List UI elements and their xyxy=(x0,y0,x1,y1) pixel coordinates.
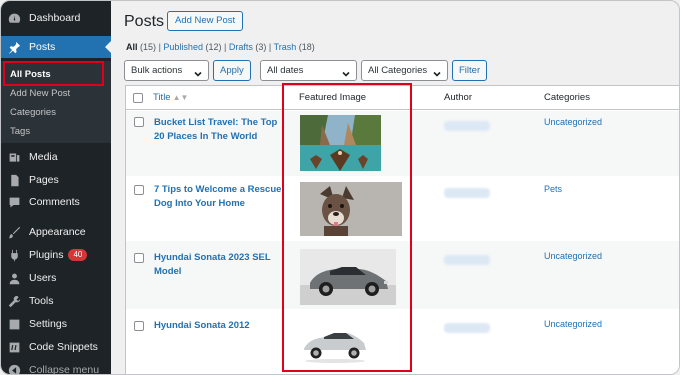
collapse-label: Collapse menu xyxy=(29,364,100,375)
post-status-filters: All (15) | Published (12) | Drafts (3) |… xyxy=(126,42,315,52)
users-icon xyxy=(7,271,21,285)
row-checkbox[interactable] xyxy=(134,321,144,331)
sidebar-item-code-snippets[interactable]: Code Snippets xyxy=(1,336,111,358)
sidebar-item-label: Settings xyxy=(29,318,67,330)
chevron-down-icon xyxy=(342,66,350,77)
sidebar-item-label: Media xyxy=(29,151,58,163)
featured-image-column-highlight xyxy=(282,83,412,372)
sidebar-item-label: Comments xyxy=(29,196,80,208)
filter-published-count: (12) xyxy=(205,42,222,52)
tools-icon xyxy=(7,294,21,308)
chevron-down-icon xyxy=(433,66,441,77)
appearance-icon xyxy=(7,225,21,239)
date-filter-value: All dates xyxy=(267,65,304,76)
sidebar-item-users[interactable]: Users xyxy=(1,267,111,289)
filter-button[interactable]: Filter xyxy=(452,60,488,81)
sidebar-item-label: Posts xyxy=(29,41,56,53)
page-title: Posts xyxy=(124,13,165,30)
sidebar-item-plugins[interactable]: Plugins 40 xyxy=(1,244,111,266)
collapse-menu-button[interactable]: Collapse menu xyxy=(1,359,111,375)
chevron-down-icon xyxy=(194,66,202,77)
pin-icon xyxy=(7,40,21,54)
author-name-blurred xyxy=(444,121,490,131)
filter-all[interactable]: All xyxy=(126,42,138,52)
bulk-actions-value: Bulk actions xyxy=(131,65,183,76)
wp-admin-window: Dashboard Posts All Posts Add New Post C… xyxy=(0,0,680,375)
comments-icon xyxy=(7,195,21,209)
filter-drafts-count: (3) xyxy=(255,42,267,52)
add-new-post-button[interactable]: Add New Post xyxy=(167,11,244,31)
column-author: Author xyxy=(444,92,472,103)
category-link[interactable]: Pets xyxy=(544,184,562,194)
plugins-icon xyxy=(7,248,21,262)
submenu-add-new-post[interactable]: Add New Post xyxy=(10,88,70,99)
column-categories: Categories xyxy=(544,92,590,103)
post-title-link[interactable]: Bucket List Travel: The Top 20 Places In… xyxy=(154,116,284,144)
filter-published[interactable]: Published xyxy=(163,42,203,52)
submenu-tags[interactable]: Tags xyxy=(10,126,30,137)
main-content: Posts Add New Post All (15) | Published … xyxy=(111,1,679,374)
sidebar-item-label: Pages xyxy=(29,174,59,186)
settings-icon xyxy=(7,317,21,331)
category-filter-select[interactable]: All Categories xyxy=(361,60,448,81)
code-snippets-icon xyxy=(7,340,21,354)
sidebar-item-label: Appearance xyxy=(29,226,86,238)
date-filter-select[interactable]: All dates xyxy=(260,60,357,81)
sidebar-item-dashboard[interactable]: Dashboard xyxy=(1,7,111,29)
sidebar-item-pages[interactable]: Pages xyxy=(1,169,111,191)
category-link[interactable]: Uncategorized xyxy=(544,251,602,261)
sidebar-item-label: Users xyxy=(29,272,57,284)
column-title[interactable]: Title ▲▼ xyxy=(153,92,188,103)
sidebar-item-comments[interactable]: Comments xyxy=(1,191,111,213)
filter-trash-count: (18) xyxy=(298,42,315,52)
sidebar-item-label: Code Snippets xyxy=(29,341,98,353)
author-name-blurred xyxy=(444,255,490,265)
post-title-link[interactable]: Hyundai Sonata 2012 xyxy=(154,319,284,333)
filter-separator: | xyxy=(268,42,272,52)
all-posts-highlight-box xyxy=(3,61,104,86)
sidebar-item-label: Tools xyxy=(29,295,54,307)
dashboard-icon xyxy=(7,11,21,25)
column-title-label: Title xyxy=(153,92,171,103)
row-checkbox[interactable] xyxy=(134,253,144,263)
post-title-link[interactable]: 7 Tips to Welcome a Rescue Dog Into Your… xyxy=(154,183,284,211)
filter-all-count: (15) xyxy=(140,42,157,52)
sidebar-item-tools[interactable]: Tools xyxy=(1,290,111,312)
sidebar-item-label: Plugins xyxy=(29,249,64,261)
pages-icon xyxy=(7,173,21,187)
collapse-icon xyxy=(7,363,21,374)
category-link[interactable]: Uncategorized xyxy=(544,117,602,127)
category-link[interactable]: Uncategorized xyxy=(544,319,602,329)
admin-sidebar: Dashboard Posts All Posts Add New Post C… xyxy=(1,1,111,375)
category-filter-value: All Categories xyxy=(368,65,428,76)
sidebar-item-media[interactable]: Media xyxy=(1,146,111,168)
author-name-blurred xyxy=(444,188,490,198)
select-all-checkbox[interactable] xyxy=(133,93,143,103)
sidebar-item-label: Dashboard xyxy=(29,12,81,24)
post-title-link[interactable]: Hyundai Sonata 2023 SEL Model xyxy=(154,251,284,279)
author-name-blurred xyxy=(444,323,490,333)
media-icon xyxy=(7,150,21,164)
sidebar-item-posts[interactable]: Posts xyxy=(1,36,111,58)
row-checkbox[interactable] xyxy=(134,117,144,127)
filter-separator: | xyxy=(224,42,227,52)
apply-button[interactable]: Apply xyxy=(213,60,251,81)
sidebar-item-appearance[interactable]: Appearance xyxy=(1,221,111,243)
sidebar-item-settings[interactable]: Settings xyxy=(1,313,111,335)
bulk-actions-select[interactable]: Bulk actions xyxy=(124,60,209,81)
filter-drafts[interactable]: Drafts xyxy=(229,42,253,52)
sort-icon: ▲▼ xyxy=(172,93,189,102)
submenu-categories[interactable]: Categories xyxy=(10,107,56,118)
plugins-update-badge: 40 xyxy=(68,249,88,261)
filter-separator: | xyxy=(158,42,161,52)
row-checkbox[interactable] xyxy=(134,185,144,195)
filter-trash[interactable]: Trash xyxy=(274,42,297,52)
